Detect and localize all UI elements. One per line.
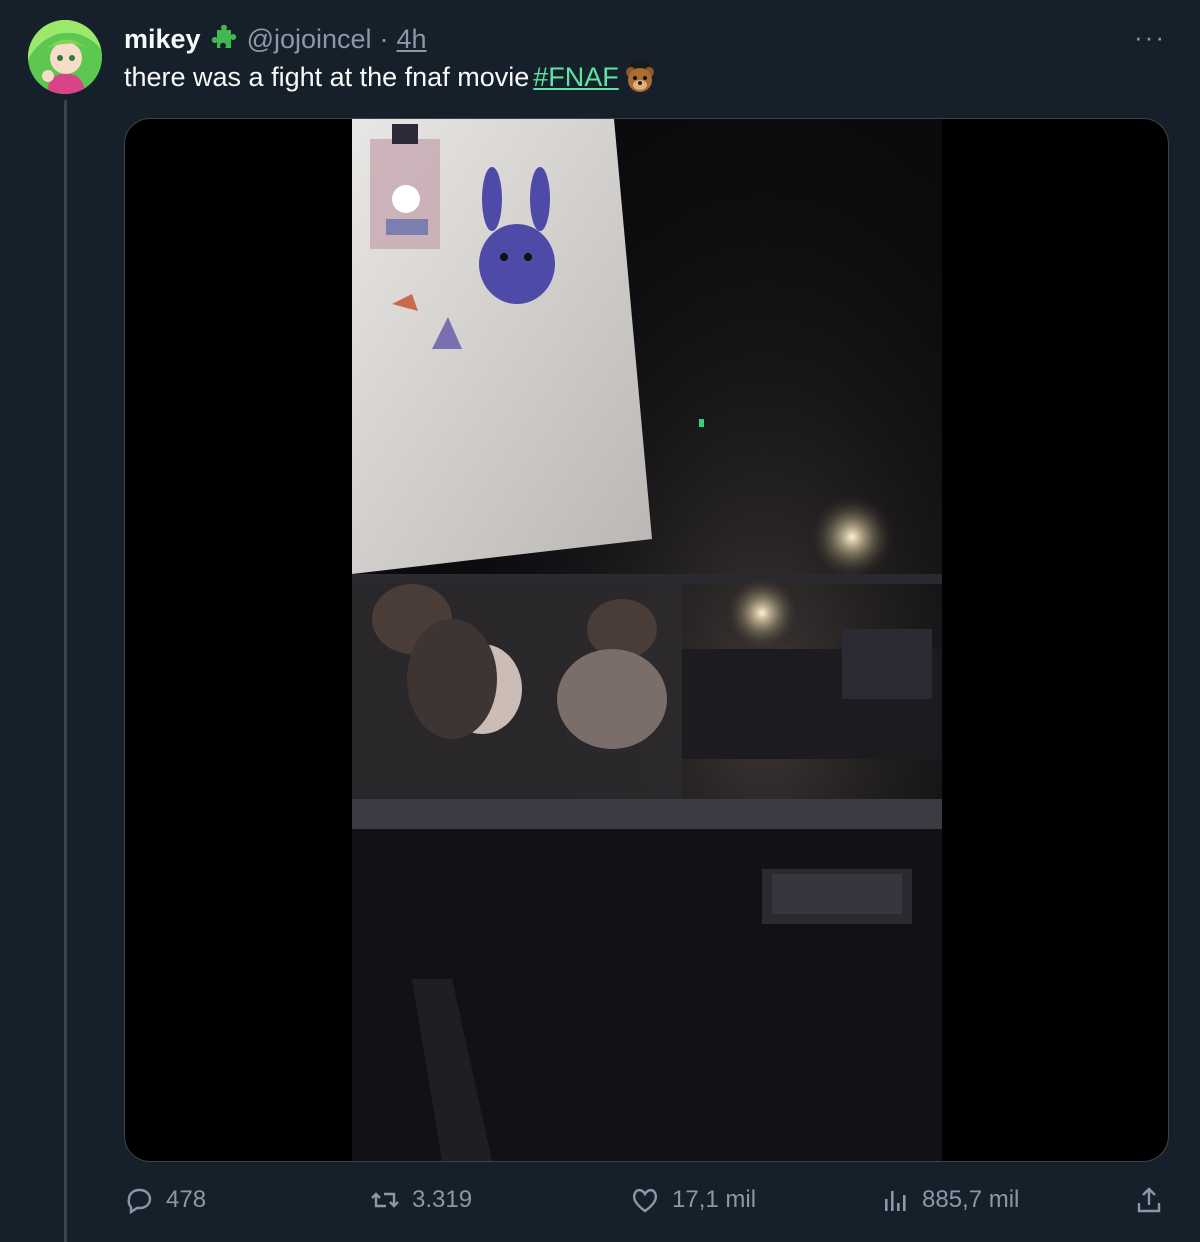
- more-icon: ···: [1134, 21, 1166, 52]
- video-player[interactable]: [124, 118, 1169, 1162]
- repost-button[interactable]: 3.319: [370, 1178, 472, 1222]
- video-frame: [352, 119, 942, 1161]
- thread-line: [64, 100, 67, 1242]
- reply-count: 478: [166, 1186, 207, 1213]
- green-puzzle-piece-icon: [209, 24, 239, 54]
- avatar[interactable]: [28, 20, 102, 94]
- hashtag-link[interactable]: #FNAF: [533, 62, 619, 93]
- tweet-body: there was a fight at the fnaf movie: [124, 61, 530, 92]
- repost-count: 3.319: [412, 1186, 473, 1213]
- video-still: [352, 119, 942, 1161]
- bar-chart-icon: [880, 1185, 910, 1215]
- bear-face-icon: [623, 60, 657, 94]
- heart-icon: [630, 1185, 660, 1215]
- share-button[interactable]: [1134, 1178, 1164, 1222]
- reply-button[interactable]: 478: [124, 1178, 206, 1222]
- views-button[interactable]: 885,7 mil: [880, 1178, 1019, 1222]
- share-upload-icon: [1134, 1185, 1164, 1215]
- like-button[interactable]: 17,1 mil: [630, 1178, 756, 1222]
- author-name[interactable]: mikey: [124, 24, 201, 55]
- speech-bubble-icon: [124, 1185, 154, 1215]
- repost-arrows-icon: [370, 1185, 400, 1215]
- action-bar: 478 3.319 17,1 mil 885,7 mil: [124, 1178, 1174, 1222]
- header-separator: ·: [379, 23, 389, 54]
- tweet-text: there was a fight at the fnaf movie #FNA…: [124, 60, 657, 94]
- author-handle[interactable]: @jojoincel: [247, 24, 372, 55]
- like-count: 17,1 mil: [672, 1186, 757, 1213]
- timestamp-link[interactable]: 4h: [397, 24, 427, 55]
- more-options-button[interactable]: ···: [1130, 22, 1170, 52]
- view-count: 885,7 mil: [922, 1186, 1020, 1213]
- tweet-header: mikey @jojoincel · 4h: [124, 22, 427, 56]
